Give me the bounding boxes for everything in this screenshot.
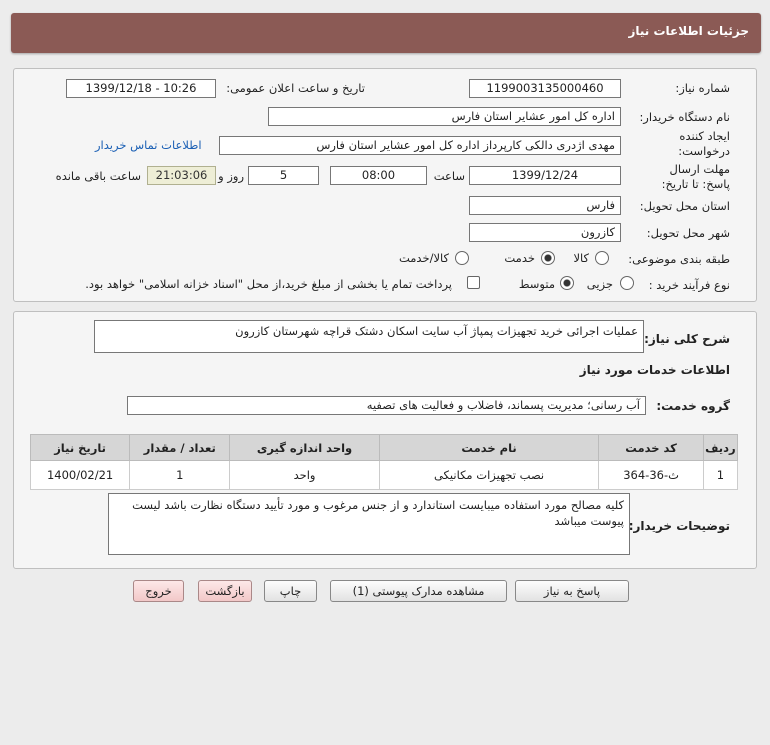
buyer-org-label: نام دستگاه خریدار: — [639, 110, 730, 124]
category-goods-radio[interactable] — [595, 251, 609, 265]
buyer-org-field: اداره کل امور عشایر استان فارس — [268, 107, 621, 126]
days-label: روز و — [218, 169, 244, 183]
col-name-header: نام خدمت — [378, 434, 600, 461]
cell-name: نصب تجهیزات مکانیکی — [378, 460, 600, 490]
table-row: 1 ث-36-364 نصب تجهیزات مکانیکی واحد 1 14… — [29, 460, 739, 490]
category-label: طبقه بندی موضوعی: — [628, 252, 730, 266]
attachments-button[interactable]: مشاهده مدارک پیوستی (1) — [330, 580, 507, 602]
time-label: ساعت — [433, 169, 465, 183]
page-title: جزئیات اطلاعات نیاز — [628, 24, 749, 38]
deadline-date-field: 1399/12/24 — [469, 166, 621, 185]
reply-button[interactable]: پاسخ به نیاز — [515, 580, 629, 602]
payment-note: پرداخت تمام یا بخشی از مبلغ خرید،از محل … — [85, 277, 452, 291]
service-group-field: آب رسانی؛ مدیریت پسماند، فاضلاب و فعالیت… — [127, 396, 646, 415]
category-service-label: خدمت — [504, 251, 535, 265]
remaining-time-field: 21:03:06 — [147, 166, 216, 185]
creator-field: مهدی اژدری دالکی کارپرداز اداره کل امور … — [219, 136, 621, 155]
cell-qty: 1 — [129, 460, 231, 490]
category-goods-label: کالا — [573, 251, 589, 265]
page-header: جزئیات اطلاعات نیاز — [11, 13, 761, 53]
deadline-label: مهلت ارسال پاسخ: تا تاریخ: — [661, 162, 730, 191]
need-number-label: شماره نیاز: — [675, 81, 730, 95]
cell-date: 1400/02/21 — [29, 460, 131, 490]
need-number-field: 1199003135000460 — [469, 79, 621, 98]
category-service-radio[interactable] — [541, 251, 555, 265]
process-label: نوع فرآیند خرید : — [648, 278, 730, 292]
province-label: استان محل تحویل: — [639, 199, 730, 213]
deadline-time-field: 08:00 — [330, 166, 427, 185]
col-qty-header: تعداد / مقدار — [129, 434, 231, 461]
buyer-notes-label: توضیحات خریدار: — [628, 519, 730, 533]
buyer-notes-field: کلیه مصالح مورد استفاده میبایست استاندار… — [108, 493, 630, 555]
cell-unit: واحد — [229, 460, 380, 490]
col-code-header: کد خدمت — [598, 434, 704, 461]
city-label: شهر محل تحویل: — [646, 226, 730, 240]
process-medium-radio[interactable] — [560, 276, 574, 290]
cell-code: ث-36-364 — [598, 460, 704, 490]
exit-button[interactable]: خروج — [133, 580, 184, 602]
cell-row: 1 — [702, 460, 739, 490]
creator-label: ایجاد کننده درخواست: — [678, 129, 730, 158]
col-date-header: تاریخ نیاز — [29, 434, 131, 461]
description-label: شرح کلی نیاز: — [644, 332, 730, 346]
print-button[interactable]: چاپ — [264, 580, 317, 602]
treasury-payment-checkbox[interactable] — [467, 276, 480, 289]
services-section-title: اطلاعات خدمات مورد نیاز — [579, 363, 730, 377]
info-panel — [13, 68, 757, 302]
contact-info-link[interactable]: اطلاعات تماس خریدار — [95, 138, 202, 152]
days-field: 5 — [248, 166, 319, 185]
category-goods-service-radio[interactable] — [455, 251, 469, 265]
services-table: ردیف کد خدمت نام خدمت واحد اندازه گیری ت… — [29, 434, 739, 490]
remaining-label: ساعت باقی مانده — [55, 169, 141, 183]
table-header-row: ردیف کد خدمت نام خدمت واحد اندازه گیری ت… — [29, 434, 739, 461]
category-goods-service-label: کالا/خدمت — [398, 251, 449, 265]
announce-label: تاریخ و ساعت اعلان عمومی: — [226, 81, 365, 95]
back-button[interactable]: بازگشت — [198, 580, 252, 602]
process-minor-label: جزیی — [586, 277, 613, 291]
col-unit-header: واحد اندازه گیری — [229, 434, 380, 461]
process-medium-label: متوسط — [518, 277, 555, 291]
city-field: کازرون — [469, 223, 621, 242]
description-field: عملیات اجرائی خرید تجهیزات پمپاژ آب سایت… — [94, 320, 644, 353]
province-field: فارس — [469, 196, 621, 215]
process-minor-radio[interactable] — [620, 276, 634, 290]
col-row-header: ردیف — [702, 434, 739, 461]
announce-field: 1399/12/18 - 10:26 — [66, 79, 216, 98]
service-group-label: گروه خدمت: — [656, 399, 730, 413]
